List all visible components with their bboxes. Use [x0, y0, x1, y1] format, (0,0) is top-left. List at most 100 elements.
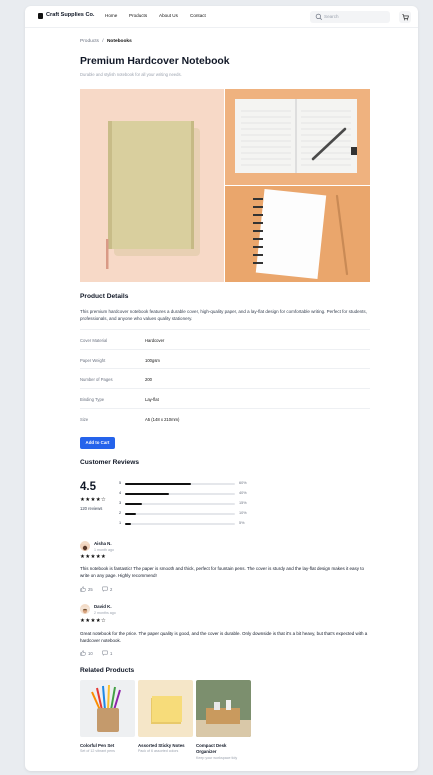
like-count: 25 [88, 586, 93, 592]
spec-value: Hardcover [145, 338, 165, 343]
spec-row: Binding Type Lay-flat [80, 388, 370, 408]
rating-bar-percent: 10% [239, 511, 247, 515]
rating-bar-percent: 15% [239, 501, 247, 505]
reviewer-name: David K. [94, 604, 112, 609]
related-product-subtitle: Set of 12 vibrant pens [80, 749, 115, 753]
related-product-image-sticky-notes[interactable] [138, 680, 193, 737]
thumbs-up-icon [80, 586, 86, 592]
average-rating: 4.5 [80, 481, 96, 493]
review-date: 2 months ago [94, 611, 116, 615]
search-placeholder: Search [324, 13, 339, 19]
notebook-open-image [225, 89, 370, 185]
comment-icon [102, 650, 108, 656]
sticky-notes-image [138, 680, 193, 737]
review-text: Great notebook for the price. The paper … [80, 631, 368, 644]
breadcrumb-separator: / [102, 39, 104, 44]
spiral-notebook-image [225, 186, 370, 282]
related-heading: Related Products [80, 667, 135, 674]
product-tagline: Durable and stylish notebook for all you… [80, 72, 182, 77]
product-image-open[interactable] [225, 89, 370, 185]
related-product-image-organizer[interactable] [196, 680, 251, 737]
like-button[interactable]: 10 [80, 650, 93, 656]
rating-bar-percent: 40% [239, 491, 247, 495]
breadcrumb-products[interactable]: Products [80, 39, 99, 44]
rating-bar-label: 5 [119, 481, 122, 485]
review-count: 120 reviews [80, 506, 103, 511]
rating-bar-1: 1 5% [119, 521, 259, 527]
rating-bar-label: 3 [119, 501, 122, 505]
rating-bar-track [125, 523, 235, 526]
related-product-subtitle: Keep your workspace tidy [196, 756, 238, 760]
rating-bar-track [125, 483, 235, 486]
reviewer-avatar-icon [80, 544, 90, 551]
related-product-title[interactable]: Compact Desk Organizer [196, 743, 246, 755]
notebook-closed-image [80, 89, 224, 282]
spec-value: Lay-flat [145, 397, 159, 402]
spec-row: Number of Pages 200 [80, 368, 370, 388]
brand-logo-icon [38, 13, 43, 19]
spec-row: Size A5 (148 x 210mm) [80, 408, 370, 428]
comment-count: 1 [110, 650, 113, 656]
page-title: Premium Hardcover Notebook [80, 56, 230, 67]
spec-value: 100gsm [145, 358, 160, 363]
spec-key: Cover Material [80, 338, 108, 343]
comment-count: 2 [110, 586, 113, 592]
spec-key: Paper Weight [80, 358, 106, 363]
product-image-main[interactable] [80, 89, 224, 282]
rating-bar-fill [125, 513, 136, 516]
thumbs-up-icon [80, 650, 86, 656]
review-stars: ★★★★★ [80, 554, 107, 560]
rating-bar-fill [125, 483, 191, 486]
related-product-image-pens[interactable] [80, 680, 135, 737]
related-product-title[interactable]: Assorted Sticky Notes [138, 743, 185, 748]
breadcrumb: Products / Notebooks [80, 39, 132, 44]
spec-row: Cover Material Hardcover [80, 329, 370, 349]
desk-organizer-image [196, 680, 251, 737]
nav-home[interactable]: Home [105, 13, 117, 18]
like-count: 10 [88, 650, 93, 656]
comment-button[interactable]: 2 [102, 586, 112, 592]
reviewer-name: Aisha N. [94, 541, 112, 546]
rating-bar-5: 5 60% [119, 481, 259, 487]
spec-key: Size [80, 417, 89, 422]
brand-name[interactable]: Craft Supplies Co. [46, 12, 94, 18]
spec-value: 200 [145, 377, 152, 382]
rating-bar-label: 1 [119, 521, 122, 525]
rating-bar-percent: 5% [239, 521, 245, 525]
related-product-subtitle: Pack of 6 assorted colors [138, 749, 179, 753]
review-date: 1 month ago [94, 548, 114, 552]
nav-contact[interactable]: Contact [190, 13, 206, 18]
cart-button[interactable] [399, 11, 411, 23]
related-product-title[interactable]: Colorful Pen Set [80, 743, 114, 748]
review-text: This notebook is fantastic! The paper is… [80, 566, 364, 579]
spec-key: Binding Type [80, 397, 105, 402]
like-button[interactable]: 25 [80, 586, 93, 592]
rating-bar-2: 2 10% [119, 511, 259, 517]
add-to-cart-button[interactable]: Add to Cart [80, 437, 115, 449]
search-icon [315, 13, 323, 21]
rating-bar-track [125, 513, 235, 516]
avatar [80, 604, 90, 614]
rating-bar-fill [125, 493, 169, 496]
rating-bar-3: 3 15% [119, 501, 259, 507]
top-nav-bar: Craft Supplies Co. Home Products About U… [25, 6, 418, 28]
rating-bar-track [125, 493, 235, 496]
rating-bar-label: 4 [119, 491, 122, 495]
spec-value: A5 (148 x 210mm) [145, 417, 180, 422]
rating-bar-4: 4 40% [119, 491, 259, 497]
product-page: Craft Supplies Co. Home Products About U… [25, 6, 418, 771]
nav-about-us[interactable]: About Us [159, 13, 178, 18]
review-stars: ★★★★☆ [80, 618, 107, 624]
rating-bar-fill [125, 503, 142, 506]
comment-icon [102, 586, 108, 592]
breadcrumb-current: Notebooks [106, 39, 132, 44]
rating-bar-fill [125, 523, 131, 526]
product-image-spiral[interactable] [225, 186, 370, 282]
spec-key: Number of Pages [80, 377, 113, 382]
average-stars: ★★★★☆ [80, 497, 107, 503]
comment-button[interactable]: 1 [102, 650, 112, 656]
avatar [80, 541, 90, 551]
nav-products[interactable]: Products [129, 13, 147, 18]
spec-row: Paper Weight 100gsm [80, 349, 370, 369]
details-heading: Product Details [80, 293, 129, 300]
